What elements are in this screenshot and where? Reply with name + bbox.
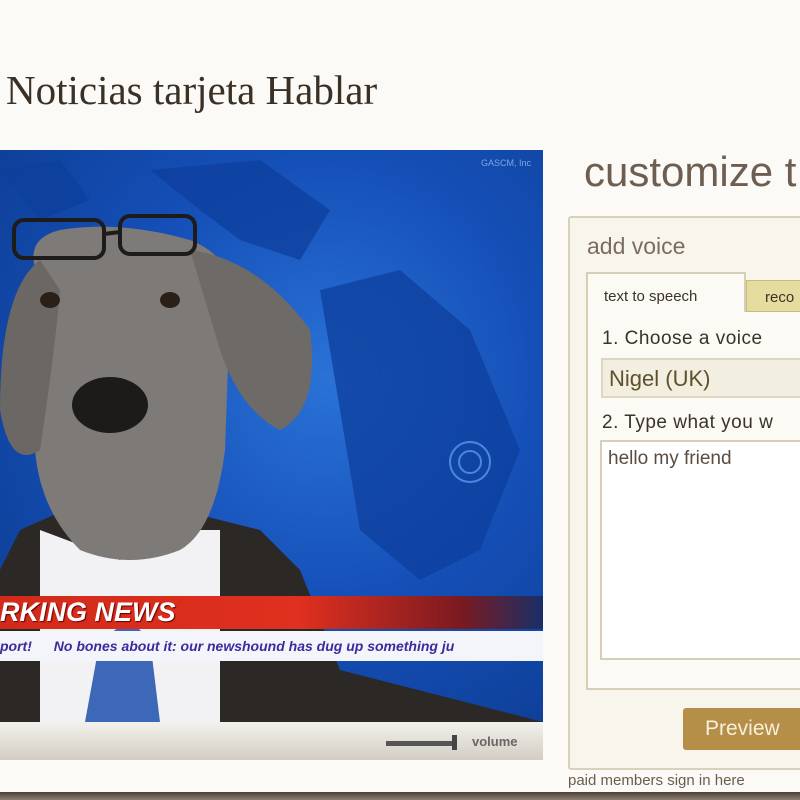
tab-text-to-speech[interactable]: text to speech — [586, 272, 746, 312]
message-textarea[interactable]: hello my friend — [600, 440, 800, 660]
voice-select[interactable]: Nigel (UK) — [601, 358, 800, 398]
tab-record[interactable]: reco — [746, 280, 800, 312]
volume-handle[interactable] — [452, 735, 457, 750]
breaking-news-banner: RKING NEWS — [0, 596, 543, 629]
ticker-item: port! — [0, 638, 32, 654]
customize-heading: customize t — [584, 148, 797, 195]
page-title: Noticias tarjeta Hablar — [6, 67, 378, 113]
preview-button[interactable]: Preview — [683, 708, 800, 750]
watermark: GASCM, Inc — [480, 158, 531, 168]
paid-members-link[interactable]: paid members sign in here — [568, 772, 745, 789]
volume-label: volume — [472, 734, 518, 749]
choose-voice-label: 1. Choose a voice — [602, 328, 763, 349]
video-player[interactable]: GASCM, Inc RKING NEWS port! No bones abo… — [0, 150, 543, 722]
player-controls: volume — [0, 722, 543, 760]
ticker-item: No bones about it: our newshound has dug… — [53, 638, 455, 654]
divider — [0, 792, 800, 800]
type-message-label: 2. Type what you w — [602, 412, 774, 433]
news-ticker: port! No bones about it: our newshound h… — [0, 631, 543, 661]
volume-slider[interactable] — [386, 741, 452, 746]
add-voice-heading: add voice — [587, 233, 686, 259]
